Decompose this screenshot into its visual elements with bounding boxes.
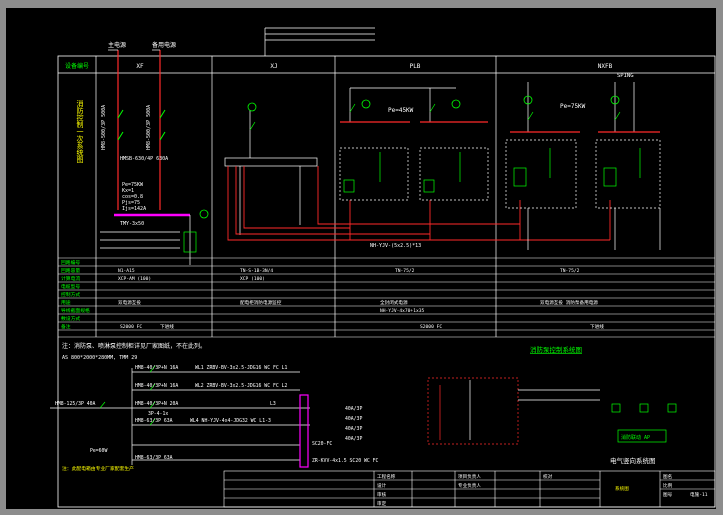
svg-text:3P-4-1x: 3P-4-1x [148, 411, 168, 417]
table-cell: S2000 FC [120, 324, 142, 330]
table-cell: TN-75/2 [395, 268, 415, 274]
control-box-label: 消防联动 AP [621, 434, 650, 441]
table-cell: 全封闭式电源 [380, 299, 408, 306]
svg-text:项目负责人: 项目负责人 [458, 473, 481, 480]
control-panel-title: 消防泵控制系统图 [530, 345, 582, 354]
table-row-label: 回路编号 [61, 259, 80, 266]
table-row-label: 电缆型号 [61, 283, 80, 290]
svg-text:校对: 校对 [543, 473, 553, 480]
svg-text:40A/3P: 40A/3P [345, 436, 362, 442]
table-row-label: 导线截面规格 [61, 307, 90, 314]
cabinet-label-xj: XJ [270, 63, 277, 70]
side-title: 消防控制一次系统图 [76, 99, 84, 164]
svg-text:HM8-63/3P 63A: HM8-63/3P 63A [135, 455, 173, 461]
svg-text:HM8-40/3P+N 20A: HM8-40/3P+N 20A [135, 401, 178, 407]
ats-label: HMSB-630/4P 630A [120, 156, 168, 162]
table-row-label: 敷设方式 [61, 315, 80, 322]
system-title: 电气竖向系统图 [610, 456, 656, 465]
table-cell: 双电源互投 消防泵备用电源 [540, 299, 598, 306]
table-cell: TN-75/2 [560, 268, 580, 274]
cabinet-label-nxfb: NXFB [598, 63, 613, 70]
svg-text:HM8-63/3P 63A: HM8-63/3P 63A [135, 418, 173, 424]
svg-text:HM8-40/3P+N 16A: HM8-40/3P+N 16A [135, 383, 178, 389]
table-cell: 配电柜消防电源监控 [240, 299, 282, 306]
table-cell: TN-S-1B-3N/4 [240, 268, 273, 274]
svg-text:Ijs=142A: Ijs=142A [122, 206, 146, 212]
svg-text:HM8-40/3P+N 16A: HM8-40/3P+N 16A [135, 365, 178, 371]
table-cell: 下进线 [160, 323, 174, 330]
svg-text:注：此配电箱由专业厂家配套生产: 注：此配电箱由专业厂家配套生产 [62, 465, 134, 472]
cad-drawing-sheet: 设备编号 XF XJ PLB NXFB 主电源 备用电源 SPING 消防控制一… [6, 8, 716, 509]
cabinet-label-xf: XF [136, 63, 144, 70]
drawing-area [6, 8, 716, 509]
svg-text:40A/3P: 40A/3P [345, 416, 362, 422]
table-cell: NH-YJV-4x70+1x35 [380, 308, 424, 314]
breaker-mid-label: HM8-500/3P 500A [146, 105, 152, 150]
svg-text:40A/3P: 40A/3P [345, 406, 362, 412]
breaker-left-label: HM8-500/3P 500A [101, 105, 107, 150]
control-bus-label: NH-YJV-(5x2.5)*13 [370, 243, 421, 249]
ct-label: TMY-3x50 [120, 221, 144, 227]
table-row-label: 用途 [61, 299, 71, 306]
svg-text:图号: 图号 [663, 492, 673, 498]
svg-text:40A/3P: 40A/3P [345, 426, 362, 432]
table-row-label: 计算电流 [61, 275, 80, 282]
source-backup-label: 备用电源 [152, 41, 176, 49]
svg-text:Pe=60W: Pe=60W [90, 448, 107, 454]
table-cell: 双电源互投 [118, 299, 141, 306]
cabinet-label-plb: PLB [410, 63, 421, 70]
svg-text:HM8-125/3P 40A: HM8-125/3P 40A [55, 401, 96, 407]
source-main-label: 主电源 [108, 41, 126, 49]
svg-text:系统图: 系统图 [615, 485, 629, 492]
nxfb-power-label: Pe=75KW [560, 103, 586, 110]
table-cell: XCP-AM (100) [118, 276, 151, 282]
header-row-label: 设备编号 [65, 62, 89, 70]
svg-text:ZR-KVV-4x1.5 SC20 WC FC: ZR-KVV-4x1.5 SC20 WC FC [312, 458, 379, 464]
svg-text:图名: 图名 [663, 473, 672, 480]
table-cell: S2000 FC [420, 324, 442, 330]
table-cell: N1-A15 [118, 268, 135, 274]
ratings-block: Pe=75KW Kx=1 cos=0.8 Pjs=75 Ijs=142A [122, 182, 146, 212]
table-cell: 下进线 [590, 323, 604, 330]
svg-text:审定: 审定 [377, 500, 387, 507]
svg-text:电施-11: 电施-11 [690, 491, 708, 498]
note-text: 注：消防泵、喷淋泵控制柜详见厂家图纸，不在此列。 [62, 342, 206, 350]
table-row-label: 回路容量 [61, 267, 80, 274]
plb-power-label: Pe=45KW [388, 107, 414, 114]
svg-text:设计: 设计 [377, 482, 387, 489]
svg-text:L3: L3 [270, 401, 276, 407]
table-cell: XCP (100) [240, 276, 265, 282]
sub-spec-label: AS 800*2000*280MM, TMM 29 [62, 355, 137, 361]
svg-text:比例: 比例 [663, 482, 673, 489]
svg-text:工程名称: 工程名称 [377, 473, 396, 480]
svg-text:审核: 审核 [377, 491, 387, 498]
svg-text:SC20-FC: SC20-FC [312, 441, 332, 447]
source-right-label: SPING [617, 73, 634, 79]
table-row-label: 控制方式 [61, 291, 80, 298]
svg-text:WL2 ZRBV-BV-3x2.5-JDG16 WC FC: WL2 ZRBV-BV-3x2.5-JDG16 WC FC L2 [195, 383, 288, 389]
svg-text:WL4 NH-YJV-4x4-JDG32 WC L1-3: WL4 NH-YJV-4x4-JDG32 WC L1-3 [190, 418, 271, 424]
svg-text:WL1 ZRBV-BV-3x2.5-JDG16 WC FC: WL1 ZRBV-BV-3x2.5-JDG16 WC FC L1 [195, 365, 288, 371]
table-row-label: 备注 [61, 323, 71, 330]
svg-text:专业负责人: 专业负责人 [458, 482, 481, 489]
